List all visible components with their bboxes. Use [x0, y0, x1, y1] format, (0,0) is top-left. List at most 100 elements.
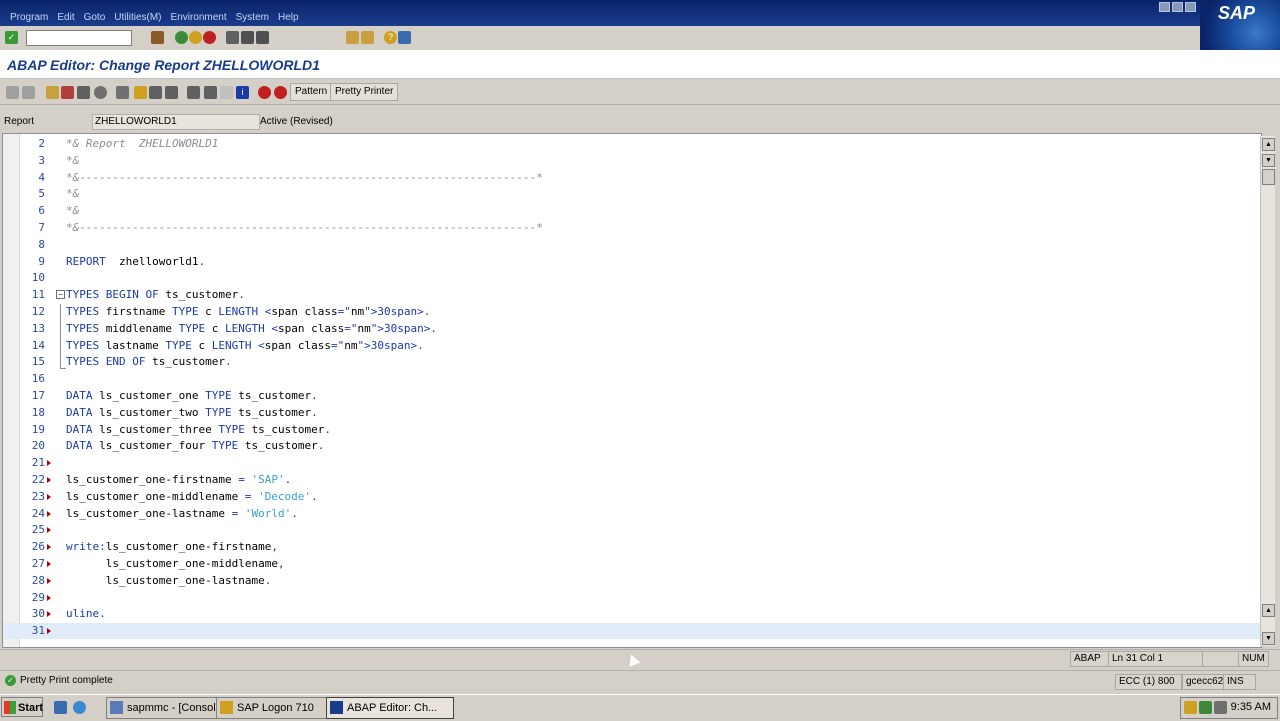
menu-program[interactable]: Program	[10, 12, 48, 23]
back-icon[interactable]	[175, 31, 188, 44]
back-arrow-icon[interactable]	[6, 86, 19, 99]
line-code: TYPES END OF ts_customer.	[66, 355, 232, 369]
menu-environment[interactable]: Environment	[171, 12, 227, 23]
blank-icon[interactable]	[220, 86, 233, 99]
info-icon[interactable]: i	[236, 86, 249, 99]
browser-icon[interactable]	[73, 701, 86, 714]
tree-icon[interactable]	[187, 86, 200, 99]
start-button[interactable]: Start	[1, 697, 43, 717]
layout-icon[interactable]	[398, 31, 411, 44]
check-syntax-icon[interactable]	[61, 86, 74, 99]
activate-icon[interactable]	[77, 86, 90, 99]
object-list-icon[interactable]	[134, 86, 147, 99]
menu-system[interactable]: System	[236, 12, 269, 23]
maximize-icon[interactable]	[1172, 2, 1183, 12]
code-line[interactable]: 17 DATA ls_customer_one TYPE ts_customer.	[3, 388, 1261, 404]
pretty-printer-button[interactable]: Pretty Printer	[330, 83, 399, 101]
code-line[interactable]: 26 write:ls_customer_one-firstname,	[3, 539, 1261, 555]
code-line[interactable]: 16	[3, 371, 1261, 387]
code-line[interactable]: 20 DATA ls_customer_four TYPE ts_customer…	[3, 438, 1261, 454]
where-used-icon[interactable]	[116, 86, 129, 99]
code-line[interactable]: 5 *&	[3, 186, 1261, 202]
stack-icon[interactable]	[204, 86, 217, 99]
tray-icon-2[interactable]	[1199, 701, 1212, 714]
code-line[interactable]: 14 TYPES lastname TYPE c LENGTH <span cla…	[3, 338, 1261, 354]
print-icon[interactable]	[226, 31, 239, 44]
code-line[interactable]: 18 DATA ls_customer_two TYPE ts_customer.	[3, 405, 1261, 421]
shortcut-icon[interactable]	[361, 31, 374, 44]
code-line[interactable]: 23 ls_customer_one-middlename = 'Decode'.	[3, 489, 1261, 505]
cancel-icon[interactable]	[203, 31, 216, 44]
code-line[interactable]: 30 uline.	[3, 606, 1261, 622]
vertical-scrollbar[interactable]: ▲ ▼ ▲ ▼	[1260, 136, 1275, 646]
line-number: 16	[31, 372, 45, 386]
code-line[interactable]: 24 ls_customer_one-lastname = 'World'.	[3, 506, 1261, 522]
hierarchy-icon[interactable]	[165, 86, 178, 99]
code-line[interactable]: 19 DATA ls_customer_three TYPE ts_custome…	[3, 422, 1261, 438]
code-line[interactable]: 29	[3, 590, 1261, 606]
task-sapmmc[interactable]: sapmmc - [Consol...	[106, 697, 234, 719]
save-icon[interactable]	[151, 31, 164, 44]
scroll-down-icon[interactable]: ▼	[1262, 632, 1275, 645]
command-field[interactable]	[26, 30, 132, 46]
code-line[interactable]: 10	[3, 270, 1261, 286]
pattern-button[interactable]: Pattern	[290, 83, 333, 101]
task-abap-editor[interactable]: ABAP Editor: Ch...	[326, 697, 454, 719]
code-line[interactable]: 11 − TYPES BEGIN OF ts_customer.	[3, 287, 1261, 303]
task-sap-logon[interactable]: SAP Logon 710	[216, 697, 344, 719]
line-number: 2	[38, 137, 45, 150]
menu-goto[interactable]: Goto	[84, 12, 106, 23]
scroll-up-icon[interactable]: ▲	[1262, 138, 1275, 151]
line-code: *& Report ZHELLOWORLD1	[66, 137, 219, 150]
desktop-icon[interactable]	[54, 701, 67, 714]
code-line[interactable]: 12 TYPES firstname TYPE c LENGTH <span cl…	[3, 304, 1261, 320]
code-line[interactable]: 3 *&	[3, 153, 1261, 169]
minimize-icon[interactable]	[1159, 2, 1170, 12]
menu-edit[interactable]: Edit	[57, 12, 74, 23]
display-change-icon[interactable]	[46, 86, 59, 99]
check-icon[interactable]: ✓	[5, 31, 18, 44]
line-marker-icon	[47, 493, 51, 500]
find-next-icon[interactable]	[256, 31, 269, 44]
menu-utilities[interactable]: Utilities(M)	[114, 12, 161, 23]
exit-icon[interactable]	[189, 31, 202, 44]
code-line[interactable]: 13 TYPES middlename TYPE c LENGTH <span c…	[3, 321, 1261, 337]
scroll-page-up-icon[interactable]: ▲	[1262, 604, 1275, 617]
code-line[interactable]: 6 *&	[3, 203, 1261, 219]
windows-logo-icon	[4, 701, 16, 714]
collapse-block-icon[interactable]: −	[56, 290, 65, 300]
menu-help[interactable]: Help	[278, 12, 299, 23]
line-code: *&	[66, 187, 80, 201]
insert-mode-field: INS	[1223, 674, 1256, 690]
menu-bar: Program Edit Goto Utilities(M) Environme…	[0, 0, 1280, 50]
code-line[interactable]: 31	[3, 623, 1261, 640]
code-editor[interactable]: 2 *& Report ZHELLOWORLD1 3 *& 4 *&-----------…	[2, 133, 1262, 648]
external-breakpoint-icon[interactable]	[274, 86, 287, 99]
code-line[interactable]: 22 ls_customer_one-firstname = 'SAP'.	[3, 472, 1261, 488]
code-line[interactable]: 9 REPORT zhelloworld1.	[3, 254, 1261, 270]
code-line[interactable]: 28 ls_customer_one-lastname.	[3, 573, 1261, 589]
line-marker-icon	[47, 477, 51, 483]
tray-icon-3[interactable]	[1214, 701, 1227, 714]
code-line[interactable]: 27 ls_customer_one-middlename,	[3, 556, 1261, 572]
scroll-page-down-icon[interactable]: ▼	[1262, 154, 1275, 167]
code-line[interactable]: 25	[3, 522, 1261, 538]
code-line[interactable]: 8	[3, 237, 1261, 253]
navigation-icon[interactable]	[149, 86, 162, 99]
code-line[interactable]: 2 *& Report ZHELLOWORLD1	[3, 136, 1261, 152]
code-line[interactable]: 15 TYPES END OF ts_customer.	[3, 354, 1261, 370]
forward-arrow-icon[interactable]	[22, 86, 35, 99]
help-icon[interactable]: ?	[384, 31, 397, 44]
find-icon[interactable]	[241, 31, 254, 44]
tray-icon-1[interactable]	[1184, 701, 1197, 714]
breakpoint-icon[interactable]	[258, 86, 271, 99]
task-sap-logon-label: SAP Logon 710	[237, 702, 314, 714]
close-icon[interactable]	[1185, 2, 1196, 12]
create-session-icon[interactable]	[346, 31, 359, 44]
code-line[interactable]: 4 *&-------------------------------------…	[3, 170, 1261, 186]
scroll-thumb[interactable]	[1262, 169, 1275, 185]
code-line[interactable]: 7 *&-------------------------------------…	[3, 220, 1261, 236]
test-icon[interactable]	[94, 86, 107, 99]
report-name-field[interactable]: ZHELLOWORLD1	[92, 114, 260, 130]
code-line[interactable]: 21	[3, 455, 1261, 471]
